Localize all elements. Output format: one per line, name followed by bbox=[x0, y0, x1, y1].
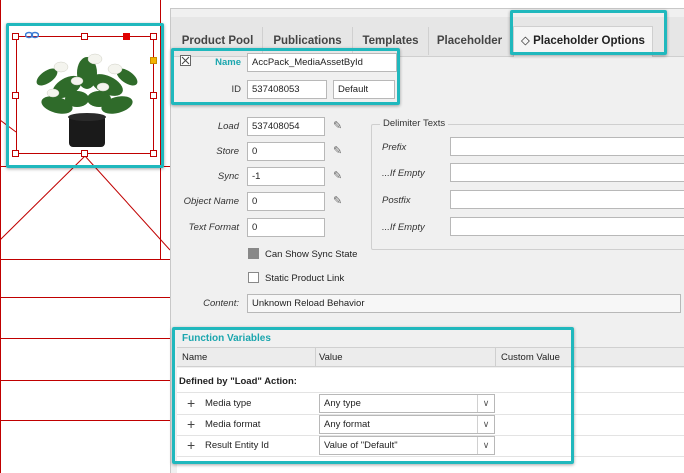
id-label: ID bbox=[231, 84, 242, 95]
resize-handle[interactable] bbox=[150, 150, 157, 157]
load-label: Load bbox=[217, 121, 239, 132]
result-entity-select[interactable]: Value of "Default" ∨ bbox=[319, 436, 495, 455]
resize-handle[interactable] bbox=[81, 33, 88, 40]
resize-handle[interactable] bbox=[12, 92, 19, 99]
chevron-down-icon[interactable]: ∨ bbox=[477, 416, 494, 433]
can-show-sync-label: Can Show Sync State bbox=[265, 249, 358, 260]
page-guide-line bbox=[0, 420, 170, 421]
prefix-empty-input[interactable] bbox=[450, 163, 684, 182]
sync-input[interactable]: -1 bbox=[247, 167, 325, 186]
page-guide-line bbox=[0, 380, 170, 381]
table-row[interactable]: + Result Entity Id Value of "Default" ∨ bbox=[177, 435, 497, 456]
page-guide-line bbox=[0, 338, 170, 339]
name-label: Name bbox=[215, 57, 241, 68]
id-default-input[interactable]: Default bbox=[333, 80, 395, 99]
store-label: Store bbox=[216, 146, 239, 157]
content-label: Content: bbox=[203, 298, 239, 309]
pencil-icon[interactable]: ✎ bbox=[333, 145, 345, 157]
sync-label: Sync bbox=[217, 171, 239, 182]
pencil-icon[interactable]: ✎ bbox=[333, 195, 345, 207]
variable-name: Media type bbox=[205, 398, 252, 409]
text-format-label: Text Format bbox=[188, 222, 239, 233]
select-value: Any type bbox=[324, 398, 361, 409]
resize-handle[interactable] bbox=[12, 33, 19, 40]
load-input[interactable]: 537408054 bbox=[247, 117, 325, 136]
column-separator[interactable] bbox=[495, 348, 496, 367]
page-guide-line bbox=[0, 297, 170, 298]
media-type-select[interactable]: Any type ∨ bbox=[319, 394, 495, 413]
delimiter-texts-title: Delimiter Texts bbox=[380, 118, 449, 129]
resize-handle[interactable] bbox=[150, 92, 157, 99]
plus-icon[interactable]: + bbox=[187, 417, 195, 431]
name-input[interactable]: AccPack_MediaAssetById bbox=[247, 53, 397, 72]
tab-templates[interactable]: Templates bbox=[353, 27, 429, 55]
resize-handle[interactable] bbox=[150, 33, 157, 40]
prefix-label: Prefix bbox=[382, 142, 407, 153]
column-separator[interactable] bbox=[315, 348, 316, 367]
table-row[interactable]: + Media type Any type ∨ bbox=[177, 393, 497, 414]
column-custom-value[interactable]: Custom Value bbox=[501, 352, 560, 363]
link-chain-icon bbox=[25, 31, 39, 39]
tab-label: Placeholder Options bbox=[533, 35, 645, 47]
tab-publications[interactable]: Publications bbox=[263, 27, 353, 55]
variable-name: Media format bbox=[205, 419, 261, 430]
tab-indicator-icon: ◇ bbox=[521, 35, 530, 47]
can-show-sync-checkbox[interactable] bbox=[248, 248, 259, 259]
postfix-empty-label: ...If Empty bbox=[382, 222, 425, 233]
id-input[interactable]: 537408053 bbox=[247, 80, 327, 99]
postfix-empty-input[interactable] bbox=[450, 217, 684, 236]
postfix-input[interactable] bbox=[450, 190, 684, 209]
overset-handle[interactable] bbox=[150, 57, 157, 64]
store-input[interactable]: 0 bbox=[247, 142, 325, 161]
select-value: Value of "Default" bbox=[324, 440, 398, 451]
tab-product-pool[interactable]: Product Pool bbox=[173, 27, 263, 55]
postfix-label: Postfix bbox=[382, 195, 411, 206]
column-value[interactable]: Value bbox=[319, 352, 343, 363]
static-link-label: Static Product Link bbox=[265, 273, 345, 284]
function-variables-title: Function Variables bbox=[182, 333, 271, 344]
resize-handle[interactable] bbox=[81, 150, 88, 157]
tab-bar: Product Pool Publications Templates Plac… bbox=[171, 17, 684, 57]
select-value: Any format bbox=[324, 419, 370, 430]
plus-icon[interactable]: + bbox=[187, 396, 195, 410]
placeholder-options-panel: Product Pool Publications Templates Plac… bbox=[170, 8, 684, 473]
text-format-input[interactable]: 0 bbox=[247, 218, 325, 237]
variable-name: Result Entity Id bbox=[205, 440, 269, 451]
content-value: Unknown Reload Behavior bbox=[247, 294, 681, 313]
object-name-label: Object Name bbox=[183, 196, 239, 207]
chevron-down-icon[interactable]: ∨ bbox=[477, 437, 494, 454]
table-row[interactable]: + Media format Any format ∨ bbox=[177, 414, 497, 435]
static-link-checkbox[interactable] bbox=[248, 272, 259, 283]
resize-handle[interactable] bbox=[12, 150, 19, 157]
plant-image bbox=[36, 53, 138, 147]
tab-placeholder-options[interactable]: ◇ Placeholder Options bbox=[513, 26, 653, 57]
pencil-icon[interactable]: ✎ bbox=[333, 170, 345, 182]
link-handle[interactable] bbox=[123, 33, 130, 40]
chevron-down-icon[interactable]: ∨ bbox=[477, 395, 494, 412]
delimiter-texts-group: Delimiter Texts Prefix ...If Empty Postf… bbox=[371, 118, 684, 250]
pencil-icon[interactable]: ✎ bbox=[333, 120, 345, 132]
prefix-input[interactable] bbox=[450, 137, 684, 156]
plus-icon[interactable]: + bbox=[187, 438, 195, 452]
tab-placeholder[interactable]: Placeholder bbox=[429, 27, 511, 55]
image-placeholder-frame[interactable] bbox=[16, 36, 154, 154]
load-action-group-header: Defined by "Load" Action: bbox=[179, 376, 297, 387]
column-name[interactable]: Name bbox=[182, 352, 207, 363]
object-name-input[interactable]: 0 bbox=[247, 192, 325, 211]
media-format-select[interactable]: Any format ∨ bbox=[319, 415, 495, 434]
function-variables-header: Name Value Custom Value bbox=[177, 347, 684, 367]
prefix-empty-label: ...If Empty bbox=[382, 168, 425, 179]
close-box-icon[interactable] bbox=[180, 55, 191, 66]
row-divider bbox=[177, 456, 684, 457]
